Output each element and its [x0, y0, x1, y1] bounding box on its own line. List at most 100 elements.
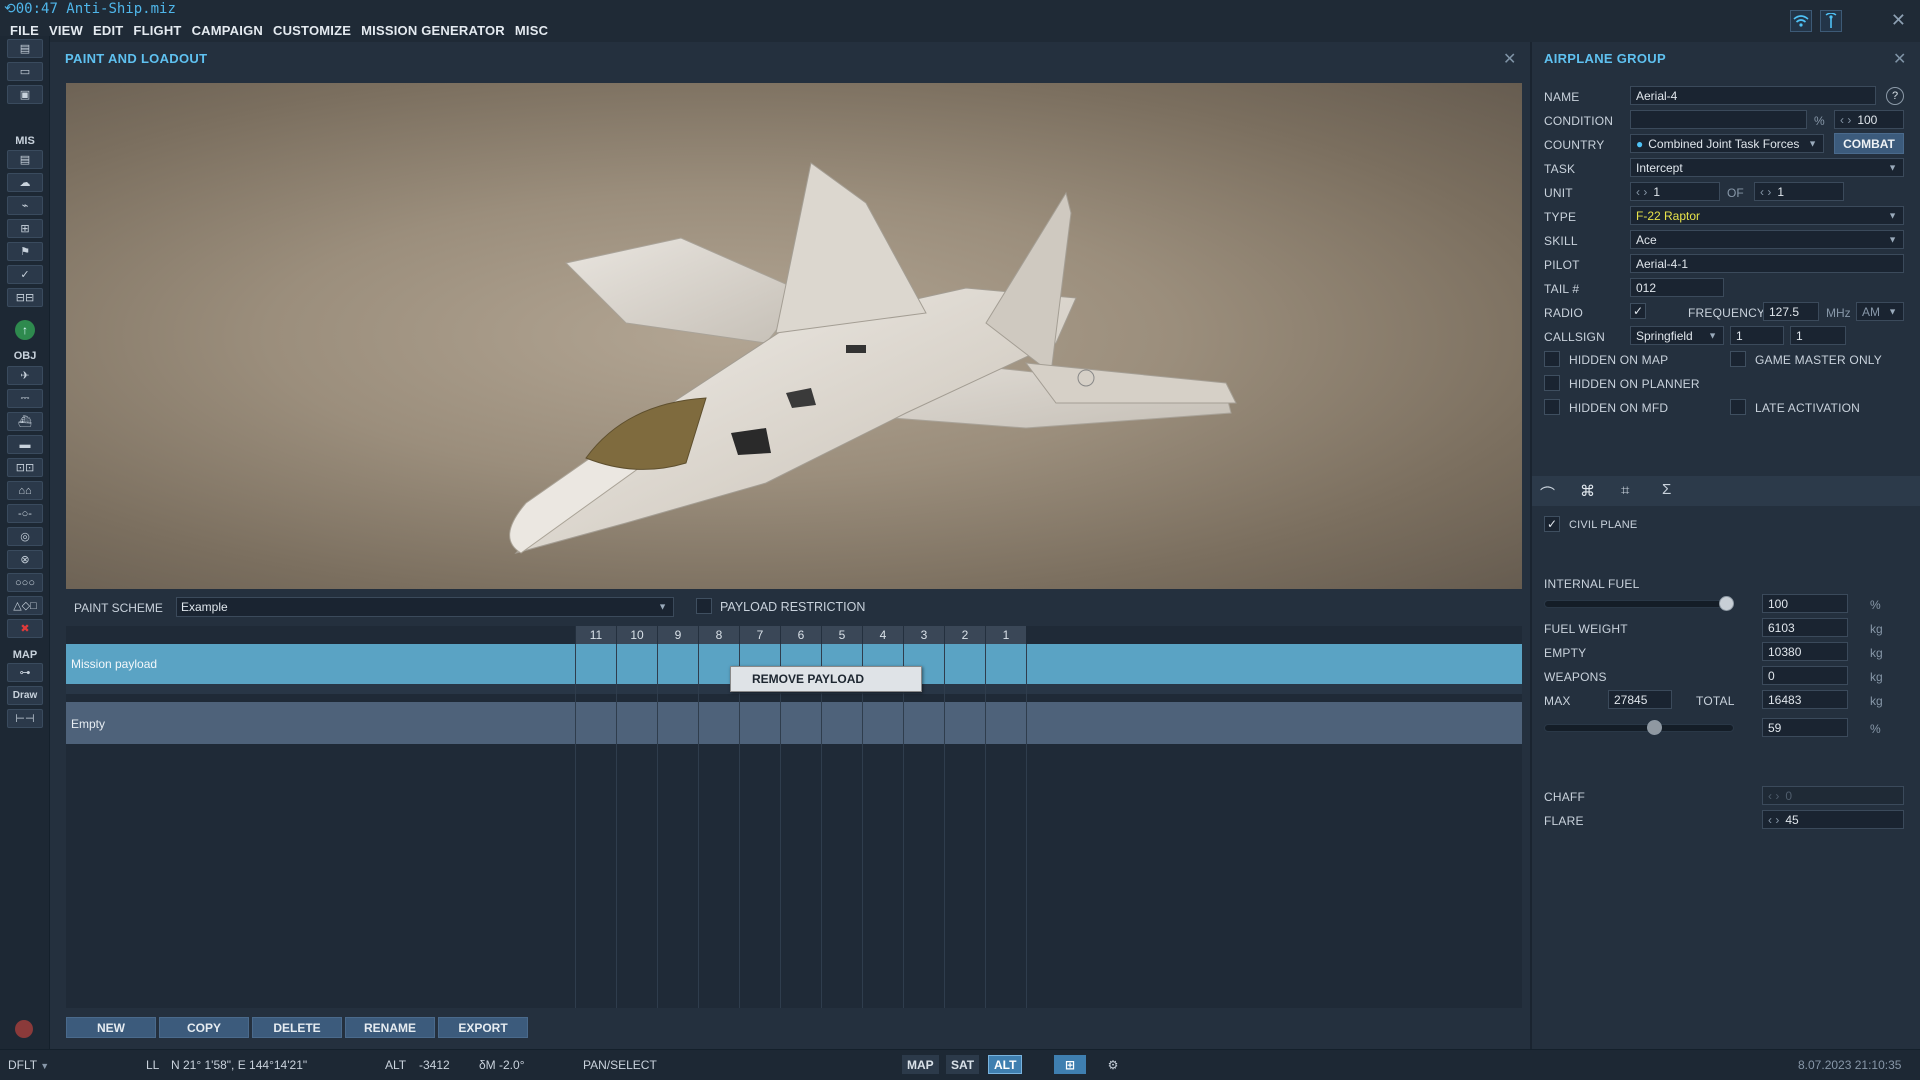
- new-file-icon[interactable]: ▤: [7, 39, 43, 58]
- skill-dropdown[interactable]: Ace ▼: [1630, 230, 1904, 249]
- summary-icon[interactable]: Σ: [1662, 481, 1671, 498]
- record-icon[interactable]: [15, 1020, 33, 1038]
- helicopter-tool-icon[interactable]: ⎓: [7, 389, 43, 408]
- payload-restriction-checkbox[interactable]: [696, 598, 712, 614]
- paint-scheme-dropdown[interactable]: Example ▼: [176, 597, 674, 617]
- wifi-icon[interactable]: [1790, 10, 1812, 32]
- briefing-icon[interactable]: ▤: [7, 150, 43, 169]
- type-dropdown[interactable]: F-22 Raptor ▼: [1630, 206, 1904, 225]
- remove-payload-menu-item[interactable]: REMOVE PAYLOAD: [752, 672, 864, 686]
- settings-icon[interactable]: ⚙: [1100, 1055, 1126, 1074]
- civil-plane-checkbox[interactable]: ✓: [1544, 516, 1560, 532]
- save-icon[interactable]: ▣: [7, 85, 43, 104]
- combat-button[interactable]: COMBAT: [1834, 133, 1904, 154]
- stepper-arrows-icon[interactable]: ‹ ›: [1840, 113, 1851, 127]
- internal-fuel-input[interactable]: 100: [1762, 594, 1848, 613]
- country-dropdown[interactable]: ● Combined Joint Task Forces ▼: [1630, 134, 1824, 153]
- hidden-on-planner-checkbox[interactable]: [1544, 375, 1560, 391]
- flare-label: FLARE: [1544, 814, 1584, 828]
- context-menu: REMOVE PAYLOAD: [730, 666, 922, 692]
- late-activation-checkbox[interactable]: [1730, 399, 1746, 415]
- ruler-icon[interactable]: ⊢⊣: [7, 709, 43, 728]
- weather-icon[interactable]: ☁: [7, 173, 43, 192]
- stepper-arrows-icon[interactable]: ‹ ›: [1636, 185, 1647, 199]
- stepper-arrows-icon[interactable]: ‹ ›: [1760, 185, 1771, 199]
- menu-customize[interactable]: CUSTOMIZE: [273, 23, 351, 38]
- copy-button[interactable]: COPY: [159, 1017, 249, 1038]
- fuel-weight-input[interactable]: 6103: [1762, 618, 1848, 637]
- alt-view-button[interactable]: ALT: [988, 1055, 1023, 1074]
- task-dropdown[interactable]: Intercept ▼: [1630, 158, 1904, 177]
- game-master-only-checkbox[interactable]: [1730, 351, 1746, 367]
- pilot-input[interactable]: Aerial-4-1: [1630, 254, 1904, 273]
- delete-icon[interactable]: ✖: [7, 619, 43, 638]
- date-time: 8.07.2023 21:10:35: [1798, 1058, 1902, 1072]
- ship-tool-icon[interactable]: ⛴: [7, 412, 43, 431]
- menu-misc[interactable]: MISC: [515, 23, 548, 38]
- hidden-on-map-checkbox[interactable]: [1544, 351, 1560, 367]
- loadout-icon[interactable]: ⌘: [1580, 482, 1595, 500]
- menu-mission-generator[interactable]: MISSION GENERATOR: [361, 23, 505, 38]
- help-icon[interactable]: ?: [1886, 87, 1904, 105]
- group-icon[interactable]: ○○○: [7, 573, 43, 592]
- name-input[interactable]: Aerial-4: [1630, 86, 1876, 105]
- of-stepper[interactable]: ‹ › 1: [1754, 182, 1844, 201]
- command-icon[interactable]: ⌗: [1621, 482, 1629, 499]
- menu-edit[interactable]: EDIT: [93, 23, 123, 38]
- stepper-arrows-icon[interactable]: ‹ ›: [1768, 813, 1779, 827]
- delete-button[interactable]: DELETE: [252, 1017, 342, 1038]
- triggers-icon[interactable]: ⊟⊟: [7, 288, 43, 307]
- paint-panel-close-icon[interactable]: ✕: [1503, 49, 1516, 69]
- frequency-input[interactable]: 127.5: [1763, 302, 1819, 321]
- alt-label: ALT: [385, 1058, 407, 1072]
- condition-slider-field[interactable]: [1630, 110, 1807, 129]
- shapes-icon[interactable]: △◇□: [7, 596, 43, 615]
- aircraft-preview[interactable]: [66, 83, 1522, 589]
- menu-campaign[interactable]: CAMPAIGN: [192, 23, 263, 38]
- tail-input[interactable]: 012: [1630, 278, 1724, 297]
- coord-mode[interactable]: LL: [146, 1058, 159, 1072]
- check-icon[interactable]: ✓: [7, 265, 43, 284]
- route-icon[interactable]: ⌒: [1540, 483, 1555, 504]
- template-icon[interactable]: ⌂⌂: [7, 481, 43, 500]
- modulation-dropdown[interactable]: AM ▼: [1856, 302, 1904, 321]
- app-close-icon[interactable]: ✕: [1891, 10, 1906, 31]
- hidden-on-mfd-checkbox[interactable]: [1544, 399, 1560, 415]
- menu-view[interactable]: VIEW: [49, 23, 83, 38]
- condition-input[interactable]: ‹ › 100: [1834, 110, 1904, 129]
- up-arrow-icon[interactable]: ↑: [15, 320, 35, 340]
- map-key-icon[interactable]: ⊶: [7, 663, 43, 682]
- open-folder-icon[interactable]: ▭: [7, 62, 43, 81]
- flare-stepper[interactable]: ‹ › 45: [1762, 810, 1904, 829]
- menu-bar: FILE VIEW EDIT FLIGHT CAMPAIGN CUSTOMIZE…: [0, 18, 1920, 42]
- static-object-icon[interactable]: ⊡⊡: [7, 458, 43, 477]
- table-row[interactable]: [66, 702, 1522, 744]
- callsign-dropdown[interactable]: Springfield ▼: [1630, 326, 1724, 345]
- sat-view-button[interactable]: SAT: [946, 1055, 980, 1074]
- airplane-group-close-icon[interactable]: ✕: [1893, 49, 1906, 69]
- unit-stepper[interactable]: ‹ › 1: [1630, 182, 1720, 201]
- profile-dropdown[interactable]: DFLT ▼: [8, 1058, 49, 1072]
- station-header: 7: [739, 626, 780, 644]
- rename-button[interactable]: RENAME: [345, 1017, 435, 1038]
- callsign-number-1[interactable]: 1: [1730, 326, 1784, 345]
- new-button[interactable]: NEW: [66, 1017, 156, 1038]
- radar-toggle-icon[interactable]: ⊞: [1054, 1055, 1086, 1074]
- export-button[interactable]: EXPORT: [438, 1017, 528, 1038]
- vehicle-tool-icon[interactable]: ▬: [7, 435, 43, 454]
- menu-flight[interactable]: FLIGHT: [133, 23, 181, 38]
- internal-fuel-slider-knob[interactable]: [1719, 596, 1734, 611]
- callsign-number-2[interactable]: 1: [1790, 326, 1846, 345]
- nav-point-icon[interactable]: ⊗: [7, 550, 43, 569]
- antenna-icon[interactable]: [1820, 10, 1842, 32]
- internal-fuel-slider[interactable]: [1544, 600, 1734, 608]
- flag-icon[interactable]: ⚑: [7, 242, 43, 261]
- map-view-button[interactable]: MAP: [902, 1055, 939, 1074]
- waypoint-icon[interactable]: -○-: [7, 504, 43, 523]
- airplane-tool-icon[interactable]: ✈: [7, 366, 43, 385]
- zone-icon[interactable]: ◎: [7, 527, 43, 546]
- radio-checkbox[interactable]: ✓: [1630, 303, 1646, 319]
- target-icon[interactable]: ⊞: [7, 219, 43, 238]
- draw-button[interactable]: Draw: [7, 686, 43, 705]
- route-tool-icon[interactable]: ⌁: [7, 196, 43, 215]
